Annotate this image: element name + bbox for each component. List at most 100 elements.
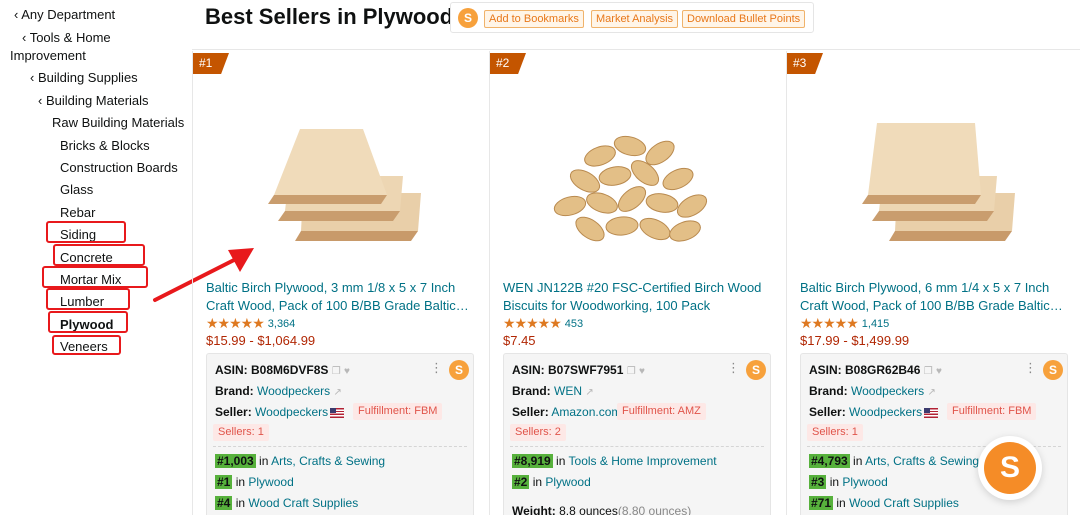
weight-label: Weight:	[512, 504, 556, 515]
external-link-icon[interactable]: ↗	[585, 387, 593, 398]
weight-value: 8.8 ounces	[559, 504, 618, 515]
bsr-category-link[interactable]: Tools & Home Improvement	[569, 454, 717, 468]
asin-value: B08M6DVF8S	[251, 363, 329, 377]
more-options-icon[interactable]: ⋮	[727, 360, 740, 376]
product-title-link[interactable]: Baltic Birch Plywood, 6 mm 1/4 x 5 x 7 I…	[800, 279, 1075, 315]
brand-label: Brand:	[809, 384, 848, 398]
seller-link[interactable]: Woodpeckers	[849, 405, 922, 419]
brand-label: Brand:	[512, 384, 551, 398]
rank-in-text: in	[235, 475, 246, 489]
sidebar-item-glass[interactable]: Glass	[60, 182, 93, 198]
sidebar-item-building-supplies[interactable]: ‹ Building Supplies	[30, 70, 138, 86]
weight-alt-value: (8.80 ounces)	[617, 504, 692, 515]
rating-count-link[interactable]: 1,415	[862, 318, 890, 330]
fulfillment-badge: Fulfillment: AMZ	[617, 403, 706, 420]
price: $15.99 - $1,064.99	[206, 333, 316, 348]
bsr-category-link[interactable]: Plywood	[248, 475, 293, 489]
sidebar-item-construction-boards[interactable]: Construction Boards	[60, 160, 178, 176]
download-bullet-points-button[interactable]: Download Bullet Points	[682, 10, 806, 28]
asin-label: ASIN:	[809, 363, 842, 377]
extension-logo-icon[interactable]: S	[746, 360, 766, 380]
us-flag-icon	[330, 407, 345, 418]
product-image-plywood-sheets[interactable]	[827, 81, 1027, 256]
extension-logo-icon: S	[984, 442, 1036, 494]
copy-icon[interactable]: ❐	[924, 366, 933, 377]
bsr-category-link[interactable]: Plywood	[842, 475, 887, 489]
seller-label: Seller:	[512, 405, 549, 419]
copy-icon[interactable]: ❐	[332, 366, 341, 377]
annotation-box-lumber	[46, 288, 130, 310]
asin-label: ASIN:	[215, 363, 248, 377]
asin-value: B08GR62B46	[845, 363, 921, 377]
rank-in-text: in	[853, 454, 863, 468]
extension-logo-icon[interactable]: S	[1043, 360, 1063, 380]
brand-link[interactable]: Woodpeckers	[257, 384, 330, 398]
bsr-rank-number: #71	[809, 496, 834, 510]
annotation-box-mortar-mix	[42, 266, 148, 288]
sidebar-item-raw-building-materials[interactable]: Raw Building Materials	[52, 115, 184, 131]
product-info-panel: ASIN: B07SWF7951 ❐ ♥ ⋮ S Brand: WEN ↗ Se…	[503, 353, 771, 515]
extension-toolbar: S Add to Bookmarks Market Analysis Downl…	[450, 2, 814, 33]
more-options-icon[interactable]: ⋮	[1024, 360, 1037, 376]
rank-in-text: in	[235, 496, 246, 510]
external-link-icon[interactable]: ↗	[334, 387, 342, 398]
add-to-bookmarks-button[interactable]: Add to Bookmarks	[484, 10, 584, 28]
seller-link[interactable]: Amazon.com	[551, 405, 621, 419]
product-card: #2 WEN JN122B #20 FSC-Certified Birch Wo…	[490, 51, 787, 515]
external-link-icon[interactable]: ↗	[928, 387, 936, 398]
sidebar-item-any-department[interactable]: ‹ Any Department	[14, 7, 115, 23]
favorite-heart-icon[interactable]: ♥	[936, 366, 942, 377]
sidebar-item-rebar[interactable]: Rebar	[60, 205, 95, 221]
price: $7.45	[503, 333, 536, 348]
sellers-count-badge: Sellers: 1	[213, 424, 269, 441]
divider	[510, 446, 764, 447]
seller-link[interactable]: Woodpeckers	[255, 405, 328, 419]
page-title: Best Sellers in Plywood	[205, 4, 454, 29]
rank-in-text: in	[259, 454, 269, 468]
price: $17.99 - $1,499.99	[800, 333, 910, 348]
annotation-box-plywood	[48, 311, 128, 333]
bsr-category-link[interactable]: Wood Craft Supplies	[248, 496, 358, 510]
sellers-count-badge: Sellers: 2	[510, 424, 566, 441]
rating-row: ★★★★★ 3,364	[206, 315, 295, 331]
floating-extension-button[interactable]: S	[978, 436, 1042, 500]
fulfillment-badge: Fulfillment: FBM	[947, 403, 1037, 420]
brand-link[interactable]: WEN	[554, 384, 582, 398]
bsr-category-link[interactable]: Arts, Crafts & Sewing	[865, 454, 979, 468]
copy-icon[interactable]: ❐	[627, 366, 636, 377]
star-rating-icon: ★★★★★	[800, 315, 859, 331]
divider	[213, 446, 467, 447]
rating-count-link[interactable]: 453	[565, 318, 583, 330]
sidebar-item-building-materials[interactable]: ‹ Building Materials	[38, 93, 149, 109]
product-title-link[interactable]: WEN JN122B #20 FSC-Certified Birch Wood …	[503, 279, 778, 315]
bsr-category-link[interactable]: Arts, Crafts & Sewing	[271, 454, 385, 468]
favorite-heart-icon[interactable]: ♥	[639, 366, 645, 377]
rating-count-link[interactable]: 3,364	[268, 318, 296, 330]
sidebar-item-tools-home[interactable]: ‹ Tools & Home	[22, 30, 111, 46]
rating-row: ★★★★★ 453	[503, 315, 583, 331]
product-info-panel: ASIN: B08M6DVF8S ❐ ♥ ⋮ S Brand: Woodpeck…	[206, 353, 474, 515]
star-rating-icon: ★★★★★	[503, 315, 562, 331]
bsr-rank-number: #8,919	[512, 454, 553, 468]
product-image-plywood-sheets[interactable]	[233, 81, 433, 256]
favorite-heart-icon[interactable]: ♥	[344, 366, 350, 377]
bsr-category-link[interactable]: Wood Craft Supplies	[849, 496, 959, 510]
extension-logo-icon[interactable]: S	[449, 360, 469, 380]
rank-badge: #1	[193, 53, 229, 74]
asin-value: B07SWF7951	[548, 363, 624, 377]
more-options-icon[interactable]: ⋮	[430, 360, 443, 376]
product-title-link[interactable]: Baltic Birch Plywood, 3 mm 1/8 x 5 x 7 I…	[206, 279, 481, 315]
annotation-box-siding	[46, 221, 126, 243]
extension-logo-icon[interactable]: S	[458, 8, 478, 28]
seller-label: Seller:	[215, 405, 252, 419]
bsr-rank-number: #4	[215, 496, 233, 510]
sidebar-item-tools-home-cont[interactable]: Improvement	[10, 48, 86, 64]
product-card: #1 Baltic Birch Plywood, 3 mm 1/8 x 5 x …	[193, 51, 490, 515]
seller-label: Seller:	[809, 405, 846, 419]
product-image-wood-biscuits[interactable]	[530, 81, 730, 256]
sidebar-item-bricks-blocks[interactable]: Bricks & Blocks	[60, 138, 150, 154]
us-flag-icon	[924, 407, 939, 418]
brand-link[interactable]: Woodpeckers	[851, 384, 924, 398]
market-analysis-button[interactable]: Market Analysis	[591, 10, 679, 28]
bsr-category-link[interactable]: Plywood	[545, 475, 590, 489]
